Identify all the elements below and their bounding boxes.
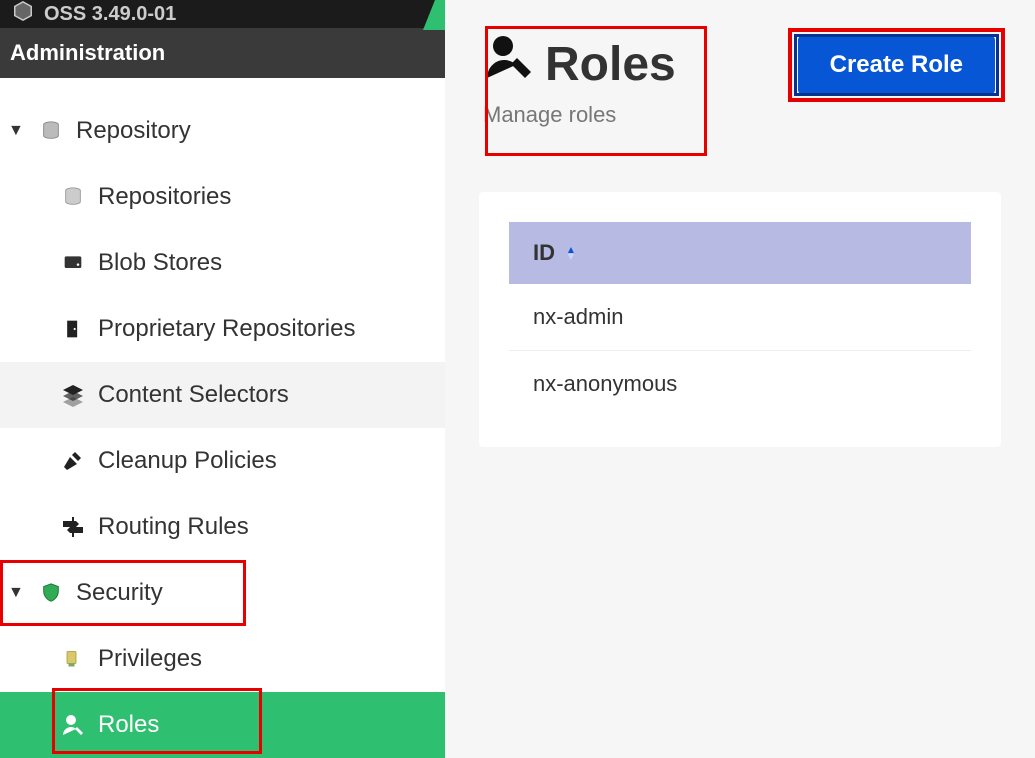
nav-item-content-selectors[interactable]: Content Selectors <box>0 362 445 428</box>
page-title-text: Roles <box>545 37 676 92</box>
cell-id: nx-anonymous <box>533 371 677 396</box>
nav-item-cleanup-policies[interactable]: Cleanup Policies <box>0 428 445 494</box>
nav-label: Content Selectors <box>98 381 289 409</box>
nav-label: Cleanup Policies <box>98 447 277 475</box>
nav-item-proprietary-repositories[interactable]: Proprietary Repositories <box>0 296 445 362</box>
nav-label: Roles <box>98 711 159 739</box>
product-logo-icon <box>12 0 34 28</box>
nav-item-repositories[interactable]: Repositories <box>0 164 445 230</box>
nav-item-routing-rules[interactable]: Routing Rules <box>0 494 445 560</box>
user-tag-icon <box>60 712 86 738</box>
broom-icon <box>60 448 86 474</box>
table-row[interactable]: nx-anonymous <box>509 351 971 417</box>
nav-tree: ▼ Repository Repositories Blob Stores <box>0 78 445 758</box>
database-icon <box>38 118 64 144</box>
nav-item-security[interactable]: ▼ Security <box>0 560 445 626</box>
topbar: OSS 3.49.0-01 ▲ <box>0 0 445 28</box>
nav-label: Routing Rules <box>98 513 249 541</box>
nav-item-privileges[interactable]: Privileges <box>0 626 445 692</box>
expander-icon: ▼ <box>8 584 26 602</box>
door-icon <box>60 316 86 342</box>
expander-icon: ▼ <box>8 122 26 140</box>
roles-table: ID ▲▼ nx-admin nx-anonymous <box>479 192 1001 447</box>
database-icon <box>60 184 86 210</box>
nav-label: Privileges <box>98 645 202 673</box>
create-role-button[interactable]: Create Role <box>798 36 995 94</box>
column-header-label: ID <box>533 240 555 266</box>
sidebar: OSS 3.49.0-01 ▲ Administration ▼ Reposit… <box>0 0 445 758</box>
harddrive-icon <box>60 250 86 276</box>
signpost-icon <box>60 514 86 540</box>
user-tag-icon <box>483 34 535 94</box>
section-header-administration: Administration <box>0 28 445 78</box>
nav-label: Repository <box>76 117 191 145</box>
nav-label: Blob Stores <box>98 249 222 277</box>
product-version: OSS 3.49.0-01 <box>44 3 176 26</box>
page-subtitle: Manage roles <box>483 102 676 128</box>
nav-item-blob-stores[interactable]: Blob Stores <box>0 230 445 296</box>
nav-item-repository[interactable]: ▼ Repository <box>0 98 445 164</box>
page-title: Roles <box>483 34 676 94</box>
page-header: Roles Manage roles Create Role <box>479 30 1001 132</box>
shield-icon <box>38 580 64 606</box>
column-header-id[interactable]: ID ▲▼ <box>509 222 971 284</box>
sort-icon: ▲▼ <box>565 247 577 259</box>
nav-item-roles[interactable]: Roles <box>0 692 445 758</box>
badge-icon <box>60 646 86 672</box>
cell-id: nx-admin <box>533 304 623 329</box>
nav-label: Proprietary Repositories <box>98 315 355 343</box>
nav-label: Repositories <box>98 183 231 211</box>
layers-icon <box>60 382 86 408</box>
table-row[interactable]: nx-admin <box>509 284 971 351</box>
main-content: Roles Manage roles Create Role ID <box>445 0 1035 758</box>
nav-label: Security <box>76 579 163 607</box>
